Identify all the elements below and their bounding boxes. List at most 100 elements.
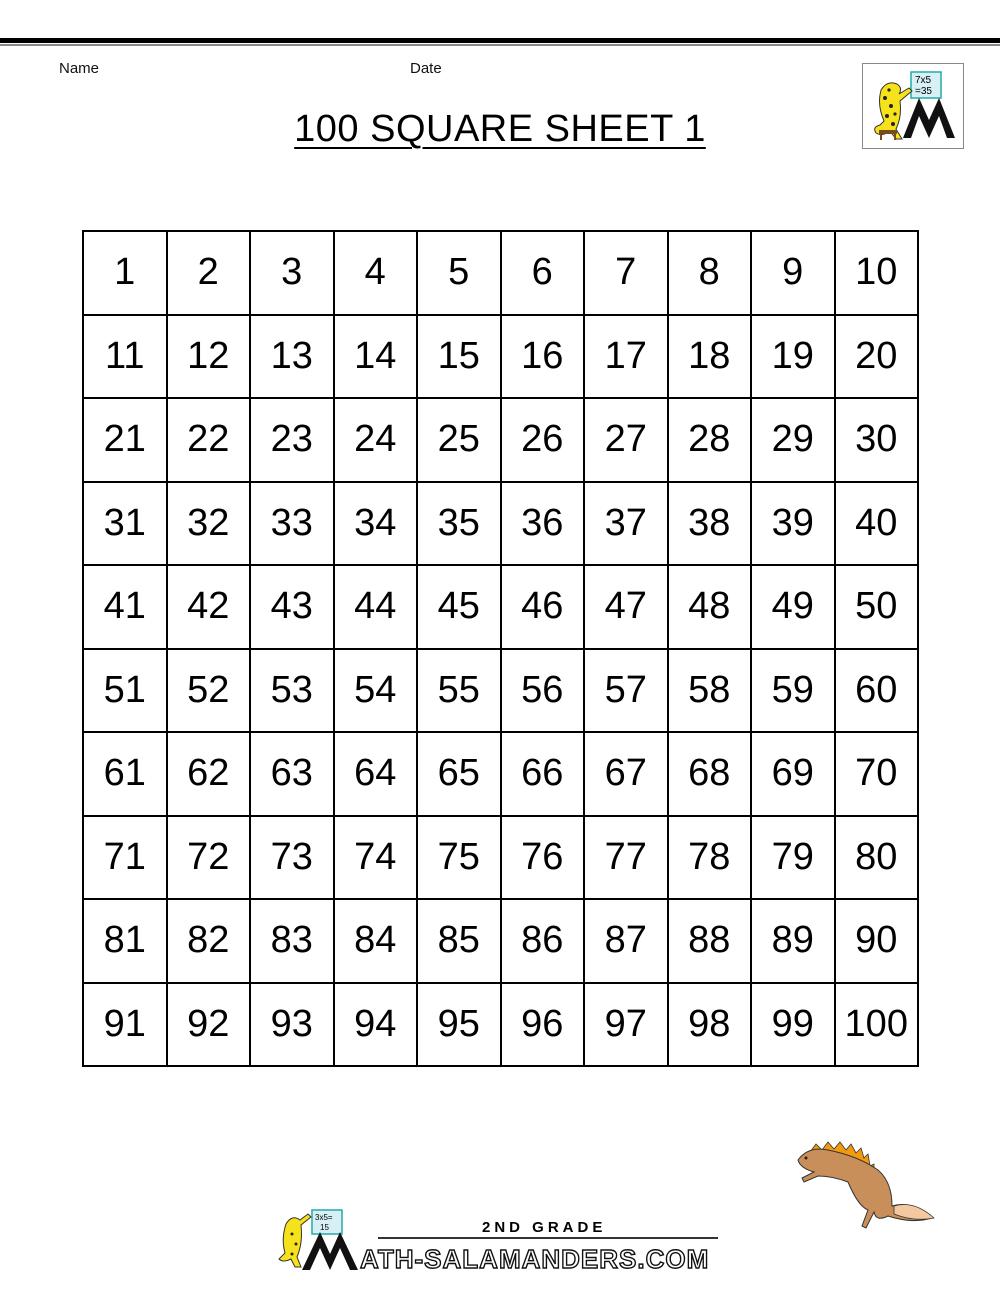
grid-cell: 88 <box>666 898 752 984</box>
salamander-newt-icon <box>790 1130 950 1235</box>
page-title: 100 SQUARE SHEET 1 <box>294 108 706 150</box>
grid-cell: 50 <box>833 564 919 650</box>
grid-cell: 47 <box>583 564 669 650</box>
grid-cell: 46 <box>499 564 585 650</box>
grid-row: 71 72 73 74 75 76 77 78 79 80 <box>82 814 919 900</box>
grid-row: 11 12 13 14 15 16 17 18 19 20 <box>82 313 919 399</box>
grid-cell: 89 <box>750 898 836 984</box>
grid-cell: 90 <box>833 898 919 984</box>
footer-site-text: ATH-SALAMANDERS.COM <box>360 1244 709 1274</box>
grid-row: 21 22 23 24 25 26 27 28 29 30 <box>82 397 919 483</box>
grid-cell: 6 <box>499 230 585 316</box>
grid-cell: 99 <box>750 981 836 1067</box>
grid-cell: 33 <box>249 480 335 566</box>
salamander-teacher-logo-icon: 7x5 =35 <box>862 63 964 149</box>
grid-cell: 74 <box>332 814 418 900</box>
grid-cell: 21 <box>82 397 168 483</box>
grid-cell: 16 <box>499 313 585 399</box>
grid-cell: 32 <box>165 480 251 566</box>
grid-cell: 97 <box>583 981 669 1067</box>
grid-cell: 38 <box>666 480 752 566</box>
grid-cell: 12 <box>165 313 251 399</box>
grid-cell: 57 <box>583 647 669 733</box>
grid-cell: 55 <box>416 647 502 733</box>
grid-cell: 48 <box>666 564 752 650</box>
grid-cell: 59 <box>750 647 836 733</box>
footer-grade-text: 2ND GRADE <box>482 1219 606 1236</box>
date-label: Date <box>410 60 442 77</box>
grid-cell: 79 <box>750 814 836 900</box>
grid-row: 1 2 3 4 5 6 7 8 9 10 <box>82 230 919 316</box>
grid-cell: 81 <box>82 898 168 984</box>
grid-cell: 49 <box>750 564 836 650</box>
grid-cell: 65 <box>416 731 502 817</box>
grid-cell: 39 <box>750 480 836 566</box>
grid-cell: 84 <box>332 898 418 984</box>
grid-row: 91 92 93 94 95 96 97 98 99 100 <box>82 981 919 1067</box>
grid-cell: 67 <box>583 731 669 817</box>
grid-cell: 72 <box>165 814 251 900</box>
grid-cell: 1 <box>82 230 168 316</box>
grid-cell: 63 <box>249 731 335 817</box>
grid-cell: 69 <box>750 731 836 817</box>
grid-cell: 3 <box>249 230 335 316</box>
grid-cell: 64 <box>332 731 418 817</box>
top-rule <box>0 38 1000 43</box>
grid-cell: 30 <box>833 397 919 483</box>
board-text-1: 7x5 <box>915 75 932 86</box>
grid-cell: 91 <box>82 981 168 1067</box>
grid-cell: 94 <box>332 981 418 1067</box>
grid-cell: 93 <box>249 981 335 1067</box>
grid-cell: 8 <box>666 230 752 316</box>
grid-cell: 45 <box>416 564 502 650</box>
grid-cell: 2 <box>165 230 251 316</box>
grid-cell: 31 <box>82 480 168 566</box>
grid-cell: 68 <box>666 731 752 817</box>
grid-cell: 73 <box>249 814 335 900</box>
grid-cell: 42 <box>165 564 251 650</box>
footer-board-text-1: 3x5= <box>315 1213 333 1222</box>
grid-cell: 53 <box>249 647 335 733</box>
grid-cell: 26 <box>499 397 585 483</box>
grid-cell: 98 <box>666 981 752 1067</box>
grid-cell: 11 <box>82 313 168 399</box>
grid-cell: 80 <box>833 814 919 900</box>
name-label: Name <box>59 60 100 77</box>
grid-row: 51 52 53 54 55 56 57 58 59 60 <box>82 647 919 733</box>
footer-board-text-2: 15 <box>320 1223 329 1232</box>
grid-cell: 77 <box>583 814 669 900</box>
grid-cell: 51 <box>82 647 168 733</box>
grid-cell: 86 <box>499 898 585 984</box>
grid-cell: 37 <box>583 480 669 566</box>
grid-cell: 95 <box>416 981 502 1067</box>
grid-cell: 27 <box>583 397 669 483</box>
grid-cell: 76 <box>499 814 585 900</box>
grid-cell: 28 <box>666 397 752 483</box>
grid-cell: 54 <box>332 647 418 733</box>
grid-cell: 83 <box>249 898 335 984</box>
grid-cell: 34 <box>332 480 418 566</box>
grid-cell: 87 <box>583 898 669 984</box>
grid-cell: 71 <box>82 814 168 900</box>
grid-cell: 96 <box>499 981 585 1067</box>
grid-cell: 60 <box>833 647 919 733</box>
grid-cell: 14 <box>332 313 418 399</box>
grid-cell: 9 <box>750 230 836 316</box>
grid-cell: 10 <box>833 230 919 316</box>
grid-cell: 66 <box>499 731 585 817</box>
grid-row: 61 62 63 64 65 66 67 68 69 70 <box>82 731 919 817</box>
grid-cell: 43 <box>249 564 335 650</box>
grid-row: 31 32 33 34 35 36 37 38 39 40 <box>82 480 919 566</box>
grid-cell: 70 <box>833 731 919 817</box>
grid-cell: 62 <box>165 731 251 817</box>
grid-cell: 17 <box>583 313 669 399</box>
grid-cell: 85 <box>416 898 502 984</box>
grid-cell: 40 <box>833 480 919 566</box>
grid-cell: 29 <box>750 397 836 483</box>
grid-cell: 78 <box>666 814 752 900</box>
grid-cell: 52 <box>165 647 251 733</box>
grid-cell: 13 <box>249 313 335 399</box>
grid-cell: 4 <box>332 230 418 316</box>
grid-cell: 24 <box>332 397 418 483</box>
grid-cell: 61 <box>82 731 168 817</box>
